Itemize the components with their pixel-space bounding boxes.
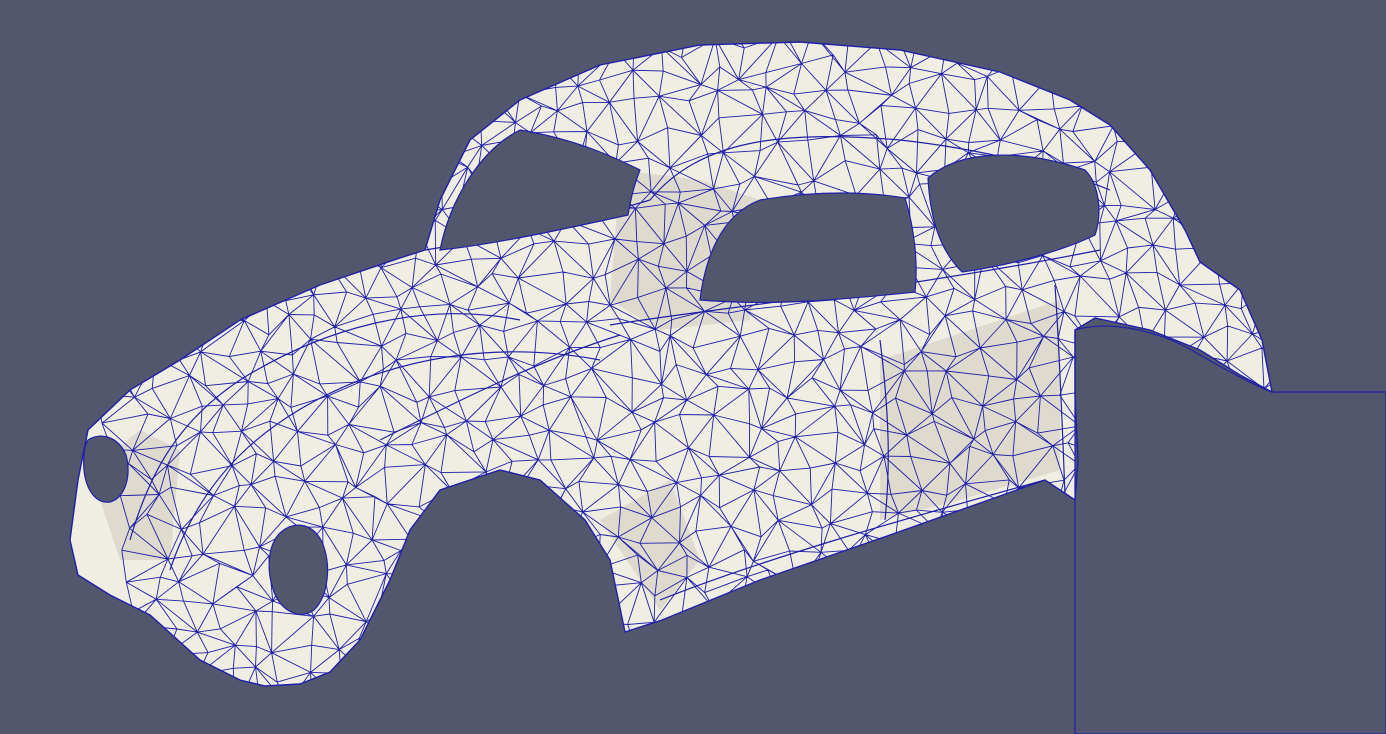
car-body-mesh: [69, 41, 1386, 734]
render-viewport[interactable]: [0, 0, 1386, 734]
mesh-group: [69, 41, 1386, 734]
rear-wheel-arch-opening: [1074, 325, 1386, 734]
